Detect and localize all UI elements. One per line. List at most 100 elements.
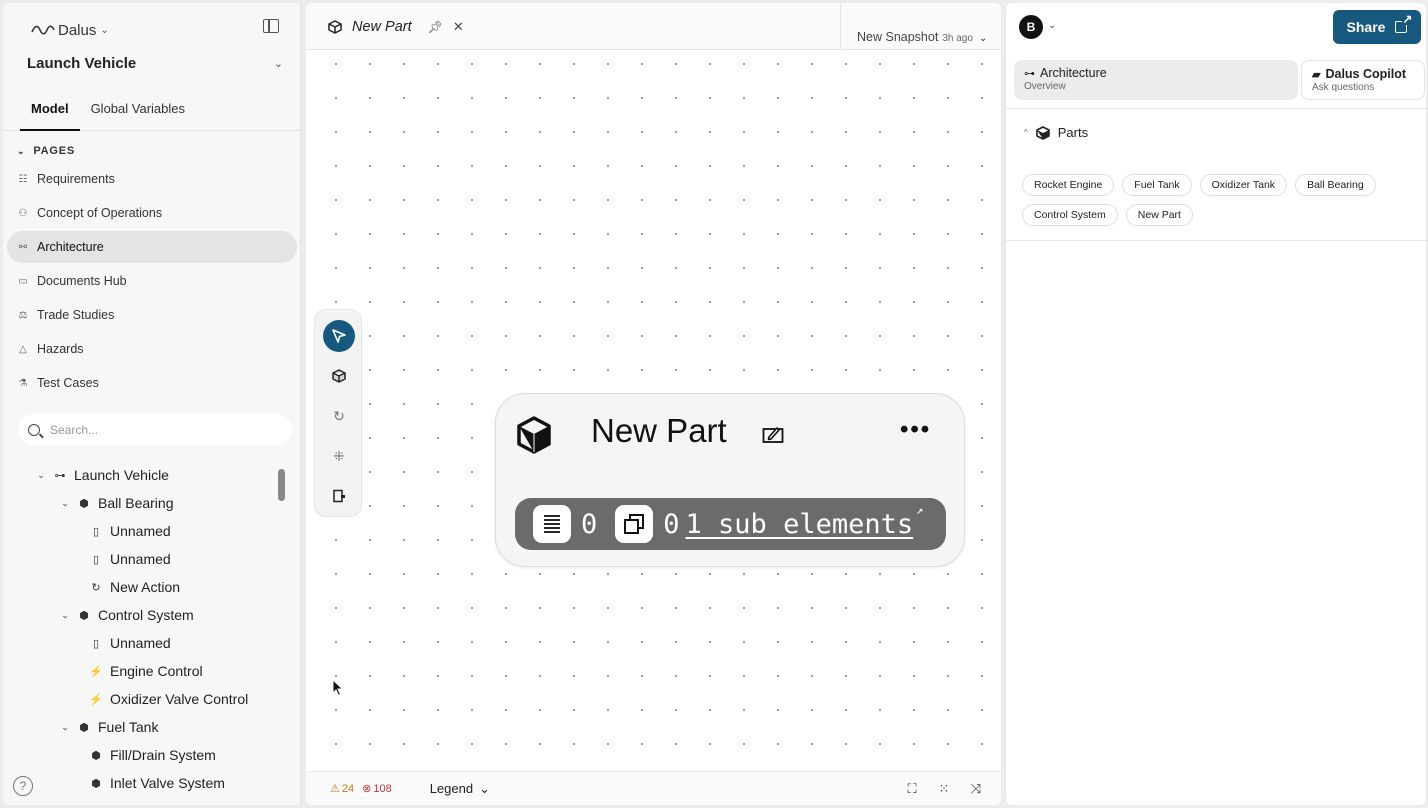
- warning-icon: △: [19, 343, 27, 355]
- cube-icon: ⬢: [91, 749, 101, 762]
- add-port-icon[interactable]: [323, 480, 355, 512]
- cube-icon: [517, 416, 551, 454]
- grid-toggle-icon[interactable]: ⁙: [936, 781, 952, 797]
- external-link-icon: [1395, 13, 1413, 33]
- sidebar-item-architecture[interactable]: ⚯ Architecture: [7, 231, 297, 263]
- warnings-indicator[interactable]: ⚠ 24: [330, 782, 354, 796]
- add-action-icon[interactable]: ↻: [323, 400, 355, 432]
- sidebar-item-trade-studies[interactable]: ⚖ Trade Studies: [7, 299, 297, 331]
- tree-item-engine-control[interactable]: ⚡ Engine Control: [89, 657, 202, 685]
- help-icon[interactable]: ?: [13, 776, 33, 796]
- sidebar-item-label: Hazards: [37, 342, 84, 356]
- tree-item-oxidizer-valve-control[interactable]: ⚡ Oxidizer Valve Control: [89, 685, 248, 713]
- workspace-switcher[interactable]: Dalus ⌄: [31, 19, 109, 41]
- tree-item-label: Unnamed: [110, 523, 171, 539]
- part-chip-oxidizer-tank[interactable]: Oxidizer Tank: [1199, 174, 1288, 196]
- part-chip-ball-bearing[interactable]: Ball Bearing: [1295, 174, 1376, 196]
- collapse-sidebar-icon[interactable]: [263, 19, 279, 33]
- tab-new-part[interactable]: New Part 📌︎ ✕: [306, 3, 840, 50]
- part-chip-rocket-engine[interactable]: Rocket Engine: [1022, 174, 1115, 196]
- errors-count: 108: [373, 782, 392, 795]
- tree-item-new-action[interactable]: ↻ New Action: [90, 573, 180, 601]
- diagram-canvas[interactable]: New Part 📌︎ ✕ New Snapshot 3h ago ⌄ ↻ ⁜ …: [306, 3, 1001, 805]
- part-chip-fuel-tank[interactable]: Fuel Tank: [1122, 174, 1192, 196]
- search-input[interactable]: Search...: [18, 414, 292, 445]
- part-chip-new-part[interactable]: New Part: [1125, 204, 1193, 226]
- chevron-down-icon[interactable]: ⌄: [60, 722, 70, 733]
- action-icon: ↻: [91, 581, 101, 594]
- tree-item-control-system[interactable]: ⌄ ⬢ Control System: [60, 601, 193, 629]
- tree-item-ball-bearing[interactable]: ⌄ ⬢ Ball Bearing: [60, 489, 173, 517]
- node-title: New Part: [591, 412, 727, 449]
- tab-model[interactable]: Model: [20, 91, 80, 131]
- cube-icon: [1035, 125, 1050, 140]
- more-options-icon[interactable]: •••: [900, 416, 931, 444]
- scale-icon: ⚖: [18, 309, 28, 321]
- external-link-icon: ↗: [916, 503, 924, 517]
- chevron-down-icon[interactable]: ⌄: [60, 498, 70, 509]
- select-tool-icon[interactable]: [323, 320, 355, 352]
- divider: [1006, 108, 1426, 109]
- sidebar-item-test-cases[interactable]: ⚗ Test Cases: [7, 367, 297, 399]
- right-panel: B ⌄ Share ⊶ Architecture Overview ▰ Dalus …: [1005, 3, 1426, 805]
- project-selector[interactable]: Launch Vehicle ⌄: [27, 55, 283, 72]
- function-icon: ⚡: [89, 665, 103, 678]
- chevron-down-icon: ⌄: [100, 24, 109, 36]
- fit-view-icon[interactable]: ⛶: [904, 781, 920, 797]
- tree-item-label: Launch Vehicle: [74, 467, 169, 483]
- tab-dalus-copilot[interactable]: ▰ Dalus Copilot Ask questions: [1301, 60, 1425, 100]
- legend-dropdown[interactable]: Legend ⌄: [430, 781, 490, 797]
- edit-icon[interactable]: [762, 424, 784, 444]
- tab-title: Dalus Copilot: [1325, 67, 1407, 81]
- parts-section-toggle[interactable]: ^ Parts: [1024, 125, 1088, 140]
- project-name: Launch Vehicle: [27, 55, 137, 72]
- parts-list: Rocket Engine Fuel Tank Oxidizer Tank Ba…: [1022, 174, 1412, 226]
- tree-item-unnamed[interactable]: ▯ Unnamed: [90, 629, 171, 657]
- sidebar-item-hazards[interactable]: △ Hazards: [7, 333, 297, 365]
- tree-item-fill-drain-system[interactable]: ⬢ Fill/Drain System: [90, 741, 216, 769]
- pages-section-toggle[interactable]: ⌄ PAGES: [17, 145, 75, 157]
- snapshot-selector[interactable]: New Snapshot 3h ago ⌄: [840, 3, 1001, 50]
- tab-global-variables[interactable]: Global Variables: [80, 91, 196, 131]
- auto-layout-icon[interactable]: ⤨: [968, 781, 984, 797]
- chevron-down-icon[interactable]: ⌄: [36, 470, 46, 481]
- part-chip-control-system[interactable]: Control System: [1022, 204, 1118, 226]
- avatar[interactable]: B: [1019, 15, 1043, 39]
- chevron-down-icon[interactable]: ⌄: [1048, 20, 1056, 31]
- people-icon: ⚇: [18, 207, 28, 219]
- part-node[interactable]: New Part ••• 0 0 1 sub elements ↗: [495, 393, 965, 567]
- canvas-bottombar: ⚠ 24 ⊗ 108 Legend ⌄ ⛶ ⁙ ⤨: [306, 771, 1001, 805]
- canvas-toolbox: ↻ ⁜: [314, 309, 362, 517]
- parts-header: Parts: [1057, 125, 1089, 140]
- pages-header: PAGES: [33, 145, 76, 157]
- tree-item-label: Fill/Drain System: [110, 747, 216, 763]
- sidebar-item-label: Documents Hub: [37, 274, 127, 288]
- tree-item-label: Unnamed: [110, 635, 171, 651]
- errors-indicator[interactable]: ⊗ 108: [362, 782, 392, 796]
- tree-item-launch-vehicle[interactable]: ⌄ ⊶ Launch Vehicle: [36, 461, 169, 489]
- tree-item-unnamed[interactable]: ▯ Unnamed: [90, 545, 171, 573]
- sub-elements-link[interactable]: 1 sub elements: [686, 509, 914, 540]
- tree-item-inlet-valve-system[interactable]: ⬢ Inlet Valve System: [90, 769, 225, 797]
- sidebar-item-documents-hub[interactable]: ▭ Documents Hub: [7, 265, 297, 297]
- chat-icon: ▰: [1312, 68, 1321, 81]
- add-interface-icon[interactable]: ⁜: [323, 440, 355, 472]
- tree-item-fuel-tank[interactable]: ⌄ ⬢ Fuel Tank: [60, 713, 158, 741]
- close-icon[interactable]: ✕: [453, 19, 464, 35]
- share-button[interactable]: Share: [1333, 10, 1421, 44]
- add-part-icon[interactable]: [323, 360, 355, 392]
- divider: [1006, 240, 1426, 241]
- sidebar-item-concept-of-operations[interactable]: ⚇ Concept of Operations: [7, 197, 297, 229]
- sidebar-item-requirements[interactable]: ☷ Requirements: [7, 163, 297, 195]
- tab-subtitle: Ask questions: [1312, 82, 1375, 93]
- tab-architecture-overview[interactable]: ⊶ Architecture Overview: [1014, 60, 1298, 100]
- search-icon: [28, 423, 40, 436]
- pin-icon[interactable]: 📌︎: [428, 20, 443, 34]
- chevron-down-icon: ⌄: [17, 145, 26, 156]
- tree-item-unnamed[interactable]: ▯ Unnamed: [90, 517, 171, 545]
- sidebar-item-label: Architecture: [37, 240, 104, 254]
- tree-scrollbar[interactable]: [278, 469, 285, 501]
- instances-count: 0: [663, 508, 680, 540]
- chevron-down-icon[interactable]: ⌄: [60, 610, 70, 621]
- cube-icon: [328, 19, 342, 34]
